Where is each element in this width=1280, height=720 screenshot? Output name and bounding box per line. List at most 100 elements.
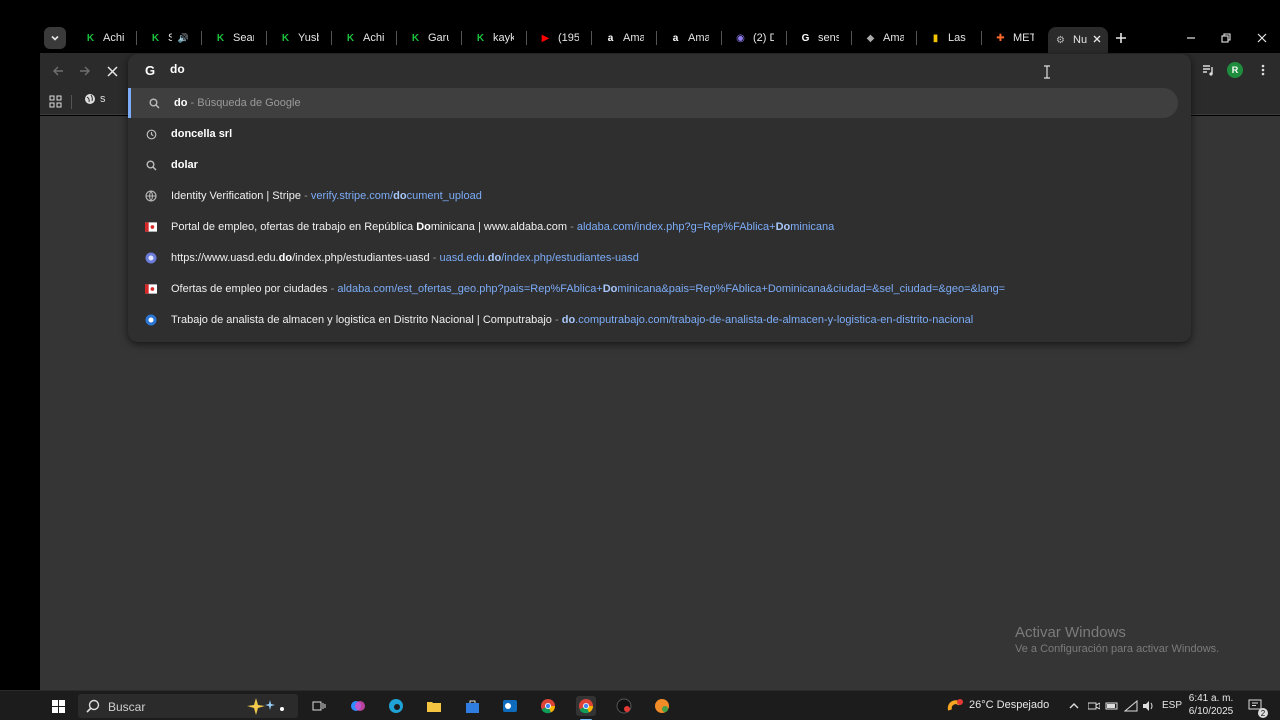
clock[interactable]: 6:41 a. m. 6/10/2025 — [1188, 693, 1234, 717]
browser-menu-button[interactable] — [1254, 61, 1272, 79]
tab-separator — [591, 31, 592, 45]
tray-meet-now[interactable] — [1084, 696, 1104, 716]
browser-tab[interactable]: ✚ METZO — [988, 27, 1040, 49]
tray-volume[interactable] — [1139, 696, 1159, 716]
tray-battery[interactable] — [1102, 696, 1122, 716]
omnibox-suggestion[interactable]: Identity Verification | Stripe - verify.… — [128, 181, 1178, 211]
suggestion-separator: - — [551, 314, 562, 326]
taskbar-file-explorer[interactable] — [424, 696, 444, 716]
tab-separator — [851, 31, 852, 45]
task-view-button[interactable] — [309, 696, 329, 716]
weather-icon[interactable] — [946, 696, 966, 716]
tab-title: Las me — [948, 32, 969, 44]
taskbar-app-orange[interactable] — [652, 696, 672, 716]
taskbar-chrome[interactable] — [538, 696, 558, 716]
tab-separator — [656, 31, 657, 45]
suggestion-match: do — [174, 97, 188, 109]
browser-tab[interactable]: a Amazo — [598, 27, 650, 49]
start-button[interactable] — [48, 696, 68, 716]
tray-wifi[interactable] — [1121, 696, 1141, 716]
browser-tab[interactable]: K Achiev — [78, 27, 130, 49]
watermark-title: Activar Windows — [1015, 624, 1126, 641]
omnibox-suggestion[interactable]: doncella srl — [128, 119, 1178, 149]
suggestion-text: doncella srl — [171, 128, 232, 140]
suggestion-url-match: do — [561, 314, 576, 326]
tab-title: Amazo — [623, 32, 644, 44]
close-window-button[interactable] — [1252, 28, 1272, 48]
omnibox-input[interactable]: do — [170, 62, 185, 76]
suggestion-title: Portal de empleo, ofertas de trabajo en … — [171, 221, 417, 233]
browser-tab[interactable]: K Achiev — [338, 27, 390, 49]
tab-strip: K Achiev K Stre 🔊 K Search K Yusbe K Achiev K Garupe… — [0, 0, 1280, 53]
browser-tab[interactable]: ▶ (1955) — [533, 27, 585, 49]
browser-tab[interactable]: ▮ Las me — [923, 27, 975, 49]
omnibox-suggestion[interactable]: dolar — [128, 150, 1178, 180]
taskbar-edge[interactable] — [386, 696, 406, 716]
screen: K Achiev K Stre 🔊 K Search K Yusbe K Achiev K Garupe… — [0, 0, 1280, 720]
browser-tab[interactable]: a Amazo — [663, 27, 715, 49]
omnibox-suggestion[interactable]: Ofertas de empleo por ciudades - aldaba.… — [128, 274, 1178, 304]
browser-tab[interactable]: ◉ (2) Dis — [728, 27, 780, 49]
tab-separator — [461, 31, 462, 45]
omnibox-suggestion[interactable]: Portal de empleo, ofertas de trabajo en … — [128, 212, 1178, 242]
tab-separator — [721, 31, 722, 45]
tab-title: Stre — [168, 32, 172, 44]
tray-overflow-button[interactable] — [1064, 696, 1084, 716]
browser-tab[interactable]: Gsensor — [793, 27, 845, 49]
tab-separator — [331, 31, 332, 45]
restore-button[interactable] — [1216, 28, 1236, 48]
copilot-sparkle-icon — [247, 698, 284, 715]
stop-loading-button[interactable] — [102, 61, 122, 81]
tab-favicon-icon: K — [86, 32, 95, 44]
weather-text[interactable]: 26°C Despejado — [969, 699, 1049, 711]
browser-tab[interactable]: Kkaykar — [468, 27, 520, 49]
taskbar-copilot[interactable] — [348, 696, 368, 716]
notification-count-badge: 2 — [1258, 708, 1268, 718]
omnibox-input-row[interactable]: G do — [128, 54, 1191, 88]
browser-tab[interactable]: K Yusbe — [273, 27, 325, 49]
suggestion-title: /index.php/estudiantes-uasd — [292, 252, 430, 264]
suggestion-title: minicana | www.aldaba.com — [430, 221, 568, 233]
back-button[interactable] — [48, 61, 68, 81]
omnibox-suggestion[interactable]: https://www.uasd.edu.do/index.php/estudi… — [128, 243, 1178, 273]
browser-tab[interactable]: K Search — [208, 27, 260, 49]
forward-arrow-icon — [80, 66, 90, 76]
apps-grid-icon[interactable] — [49, 95, 63, 109]
close-tab-icon[interactable] — [1093, 34, 1101, 46]
taskbar-outlook[interactable] — [500, 696, 520, 716]
suggestion-url-match: do — [487, 252, 502, 264]
omnibox-suggestion[interactable]: do - Búsqueda de Google — [128, 88, 1178, 118]
taskbar: Buscar 26°C Despejado ESP 6:41 a. m. 6/1… — [0, 690, 1280, 720]
chevron-down-icon — [51, 35, 59, 41]
outlook-icon — [503, 700, 517, 712]
profile-avatar[interactable]: R — [1227, 62, 1243, 78]
browser-tab[interactable]: ◆ Amazo — [858, 27, 910, 49]
suggestion-url-part: uasd.edu. — [439, 252, 488, 264]
minimize-button[interactable] — [1181, 28, 1201, 48]
bookmark-item[interactable]: s — [84, 93, 106, 105]
tab-favicon-icon: ⚙ — [1056, 34, 1065, 46]
taskbar-store[interactable] — [462, 696, 482, 716]
tab-separator — [786, 31, 787, 45]
suggestion-url: do.computrabajo.com/trabajo-de-analista-… — [562, 314, 973, 326]
language-indicator[interactable]: ESP — [1162, 700, 1182, 711]
omnibox-suggestion[interactable]: Trabajo de analista de almacen y logisti… — [128, 305, 1178, 335]
new-tab-button[interactable] — [1112, 29, 1130, 47]
notification-center-button[interactable]: 2 — [1246, 696, 1268, 718]
speaker-icon[interactable]: 🔊 — [178, 33, 189, 44]
suggestion-url: aldaba.com/est_ofertas_geo.php?pais=Rep%… — [337, 283, 1005, 295]
taskbar-app-dark[interactable] — [614, 696, 634, 716]
browser-tab[interactable]: ⚙ Nu — [1048, 27, 1108, 53]
suggestion-url: uasd.edu.do/index.php/estudiantes-uasd — [439, 252, 638, 264]
browser-tab[interactable]: K Stre 🔊 — [143, 27, 195, 49]
forward-button[interactable] — [75, 61, 95, 81]
browser-tab[interactable]: K Garupe — [403, 27, 455, 49]
tab-search-button[interactable] — [44, 27, 66, 49]
suggestion-url-match: Do — [775, 221, 791, 233]
reading-list-button[interactable] — [1199, 61, 1217, 79]
task-view-icon — [312, 701, 326, 711]
tab-favicon-icon: ▶ — [541, 32, 550, 44]
taskbar-search[interactable]: Buscar — [78, 694, 298, 718]
taskbar-chrome-profile[interactable] — [576, 696, 596, 716]
close-icon — [106, 65, 118, 77]
